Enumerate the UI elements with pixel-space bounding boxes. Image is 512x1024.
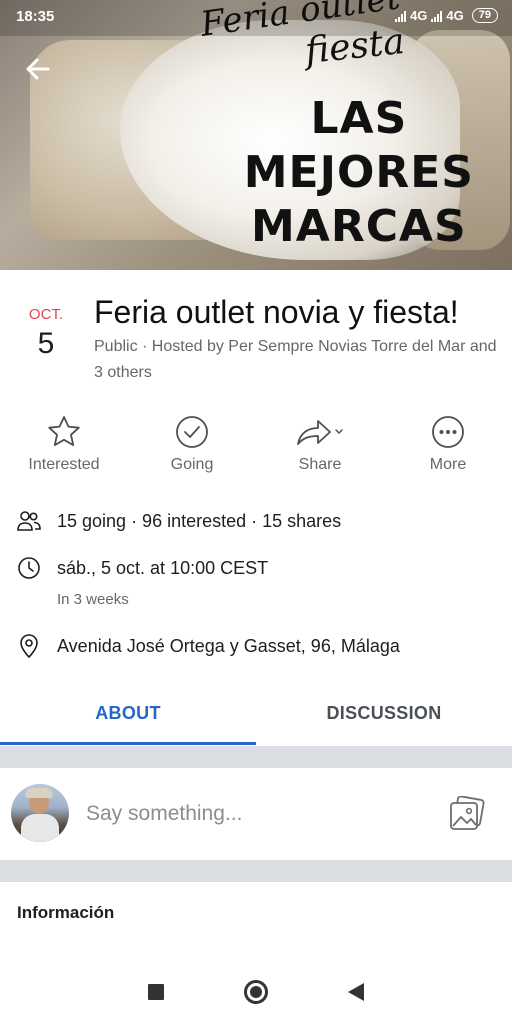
more-label: More: [429, 456, 467, 473]
event-date-day: 5: [37, 327, 55, 360]
event-location: Avenida José Ortega y Gasset, 96, Málaga: [57, 635, 400, 656]
people-icon: [16, 508, 42, 534]
star-icon: [46, 412, 82, 452]
location-pin-icon: [16, 633, 42, 659]
status-indicators: 4G 4G 79: [395, 8, 498, 23]
signal-icon: [395, 10, 407, 22]
photo-icon[interactable]: [448, 795, 486, 832]
event-date-month: OCT.: [28, 306, 64, 323]
clock-icon: [16, 555, 42, 581]
datetime-row[interactable]: sáb., 5 oct. at 10:00 CEST: [16, 555, 268, 581]
event-subtitle[interactable]: Public · Hosted by Per Sempre Novias Tor…: [94, 334, 499, 386]
say-something-input[interactable]: Say something...: [86, 802, 242, 826]
home-icon[interactable]: [244, 980, 268, 1004]
interested-label: Interested: [28, 456, 100, 473]
event-cover-image[interactable]: Feria outlet fiesta LAS MEJORES MARCAS 1…: [0, 0, 512, 270]
cover-headline-line: LAS: [310, 93, 408, 144]
share-icon: [294, 412, 346, 452]
section-divider: [0, 860, 512, 882]
back-arrow-icon[interactable]: [22, 54, 58, 86]
event-datetime: sáb., 5 oct. at 10:00 CEST: [57, 557, 269, 578]
going-label: Going: [170, 456, 214, 473]
interested-button[interactable]: Interested: [0, 412, 128, 482]
info-section-title: Información: [17, 903, 115, 922]
cover-headline-line: MEJORES: [243, 147, 474, 198]
event-tabs: ABOUT DISCUSSION: [0, 680, 512, 746]
more-button[interactable]: More: [384, 412, 512, 482]
event-relative-time: In 3 weeks: [57, 591, 129, 608]
going-button[interactable]: Going: [128, 412, 256, 482]
network-type: 4G: [410, 8, 428, 23]
recents-icon[interactable]: [148, 984, 164, 1000]
post-composer[interactable]: Say something...: [0, 768, 512, 860]
avatar[interactable]: [11, 784, 69, 842]
share-button[interactable]: Share: [256, 412, 384, 482]
event-title: Feria outlet novia y fiesta!: [94, 294, 459, 330]
back-icon[interactable]: [348, 983, 364, 1001]
check-circle-icon: [174, 412, 210, 452]
more-icon: [430, 412, 466, 452]
section-divider: [0, 746, 512, 768]
system-nav-bar: [0, 960, 512, 1024]
event-date: OCT. 5: [22, 306, 70, 361]
share-label: Share: [298, 456, 342, 473]
cover-headline-line: MARCAS: [250, 201, 467, 252]
attendance-row[interactable]: 15 going · 96 interested · 15 shares: [16, 508, 341, 534]
signal-icon: [431, 10, 443, 22]
status-time: 18:35: [16, 8, 55, 25]
cover-headline: LAS MEJORES MARCAS: [244, 92, 474, 254]
tab-about[interactable]: ABOUT: [0, 680, 256, 746]
battery-icon: 79: [471, 8, 498, 23]
active-tab-indicator: [0, 742, 256, 745]
attendance-stats: 15 going · 96 interested · 15 shares: [57, 510, 342, 531]
network-type: 4G: [446, 8, 464, 23]
location-row[interactable]: Avenida José Ortega y Gasset, 96, Málaga: [16, 633, 400, 659]
tab-discussion[interactable]: DISCUSSION: [256, 680, 512, 746]
event-actions: Interested Going Share More: [0, 412, 512, 482]
